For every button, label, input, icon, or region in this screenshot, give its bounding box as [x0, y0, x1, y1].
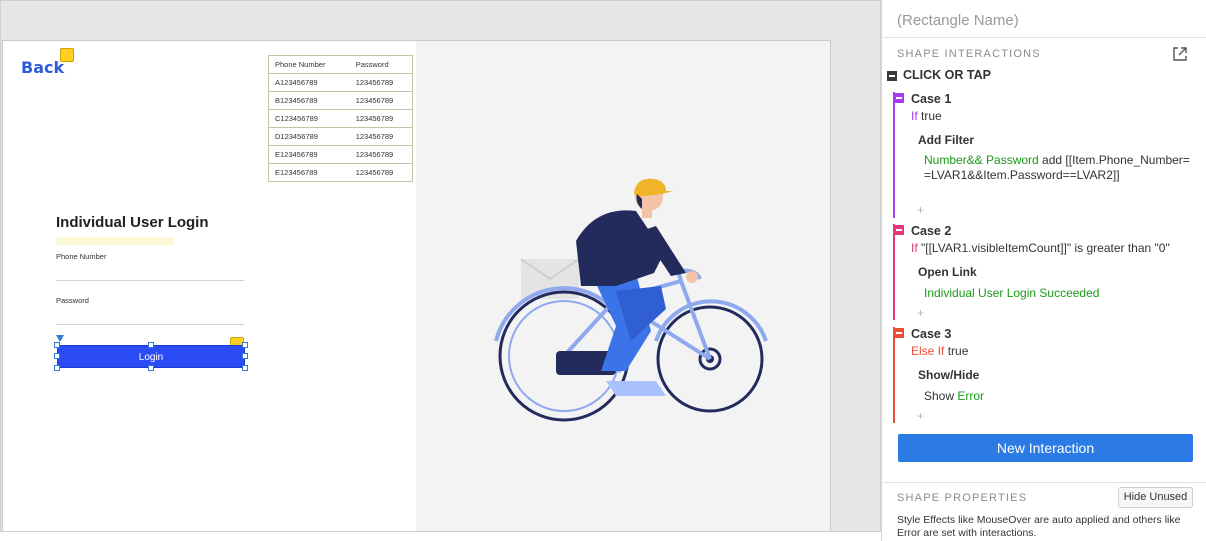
- action-add-filter-title[interactable]: Add Filter: [918, 133, 974, 147]
- link-target: Individual User Login Succeeded: [924, 286, 1100, 300]
- new-interaction-button[interactable]: New Interaction: [898, 434, 1193, 462]
- resize-handle[interactable]: [242, 353, 248, 359]
- table-cell-phone: A123456789: [268, 73, 350, 92]
- cyclist-illustration: [494, 178, 768, 422]
- case-1-condition-keyword: If: [911, 109, 918, 123]
- case-1-condition[interactable]: If true: [911, 109, 942, 123]
- shape-name-field[interactable]: (Rectangle Name): [897, 12, 1019, 29]
- resize-handle[interactable]: [54, 365, 60, 371]
- column-header-password: Password: [349, 55, 413, 74]
- phone-number-input[interactable]: [56, 280, 244, 281]
- interactions-panel: (Rectangle Name) SHAPE INTERACTIONS CLIC…: [881, 0, 1206, 541]
- login-title: Individual User Login: [56, 214, 209, 231]
- case-3-condition[interactable]: Else If true: [911, 344, 968, 358]
- resize-handle[interactable]: [242, 342, 248, 348]
- case-3-bar: [893, 327, 895, 423]
- table-cell-phone: E123456789: [268, 145, 350, 164]
- popout-icon[interactable]: [1172, 46, 1188, 62]
- table-cell-password: 123456789: [349, 73, 413, 92]
- title-highlight: [56, 237, 174, 245]
- resize-handle[interactable]: [54, 342, 60, 348]
- case-2-condition-text: "[[LVAR1.visibleItemCount]]" is greater …: [917, 241, 1170, 255]
- collapse-case-1-icon[interactable]: [894, 93, 904, 103]
- resize-handle[interactable]: [148, 365, 154, 371]
- hide-unused-button[interactable]: Hide Unused: [1118, 487, 1193, 508]
- resize-handle[interactable]: [54, 353, 60, 359]
- case-1-bar: [893, 92, 895, 218]
- event-click-or-tap[interactable]: CLICK OR TAP: [903, 68, 991, 82]
- interaction-bolt-icon[interactable]: ⚡: [60, 48, 74, 62]
- action-open-link-title[interactable]: Open Link: [918, 265, 977, 279]
- back-link[interactable]: Back: [21, 58, 64, 77]
- phone-number-label: Phone Number: [56, 252, 107, 261]
- case-2-condition[interactable]: If "[[LVAR1.visibleItemCount]]" is great…: [911, 241, 1170, 255]
- add-action-plus-icon[interactable]: +: [917, 203, 924, 217]
- case-3-title[interactable]: Case 3: [911, 327, 951, 341]
- canvas-bottom-edge: [0, 531, 881, 541]
- table-cell-password: 123456789: [349, 127, 413, 146]
- case-2-title[interactable]: Case 2: [911, 224, 951, 238]
- table-cell-password: 123456789: [349, 91, 413, 110]
- add-action-plus-icon[interactable]: +: [917, 409, 924, 423]
- case-2-condition-keyword: If: [911, 241, 918, 255]
- case-1-condition-text: true: [917, 109, 942, 123]
- style-effects-note: Style Effects like MouseOver are auto ap…: [897, 514, 1181, 539]
- add-action-plus-icon[interactable]: +: [917, 306, 924, 320]
- collapse-event-icon[interactable]: [887, 71, 897, 81]
- table-cell-phone: C123456789: [268, 109, 350, 128]
- table-cell-phone: E123456789: [268, 163, 350, 182]
- case-1-title[interactable]: Case 1: [911, 92, 951, 106]
- table-row: C123456789 123456789: [268, 109, 413, 128]
- artboard-page[interactable]: Back ⚡ Phone Number Password A123456789 1…: [2, 40, 831, 532]
- case-3-condition-text: true: [944, 344, 969, 358]
- collapse-case-2-icon[interactable]: [894, 225, 904, 235]
- table-cell-phone: B123456789: [268, 91, 350, 110]
- collapse-case-3-icon[interactable]: [894, 328, 904, 338]
- table-row: E123456789 123456789: [268, 145, 413, 164]
- table-header-row: Phone Number Password: [268, 55, 413, 74]
- show-hide-target: Error: [957, 389, 985, 403]
- table-cell-password: 123456789: [349, 163, 413, 182]
- panel-divider: [882, 37, 1206, 38]
- table-row: E123456789 123456789: [268, 163, 413, 182]
- password-input[interactable]: [56, 324, 244, 325]
- repeater-table[interactable]: Phone Number Password A123456789 12345678…: [268, 55, 413, 182]
- table-row: B123456789 123456789: [268, 91, 413, 110]
- column-header-phone: Phone Number: [268, 55, 350, 74]
- canvas-workspace[interactable]: Back ⚡ Phone Number Password A123456789 1…: [0, 0, 881, 541]
- case-2-bar: [893, 224, 895, 320]
- shape-interactions-header: SHAPE INTERACTIONS: [897, 48, 1041, 60]
- panel-divider: [882, 482, 1206, 483]
- selection-marker-icon: [56, 335, 64, 342]
- password-label: Password: [56, 296, 89, 305]
- table-cell-phone: D123456789: [268, 127, 350, 146]
- illustration-panel: [416, 41, 830, 531]
- helmet: [634, 178, 674, 197]
- table-row: D123456789 123456789: [268, 127, 413, 146]
- resize-handle[interactable]: [148, 342, 154, 348]
- action-open-link-detail[interactable]: Individual User Login Succeeded: [924, 286, 1194, 301]
- shape-properties-header: SHAPE PROPERTIES: [897, 492, 1028, 504]
- table-cell-password: 123456789: [349, 145, 413, 164]
- resize-handle[interactable]: [242, 365, 248, 371]
- table-cell-password: 123456789: [349, 109, 413, 128]
- case-3-condition-keyword: Else If: [911, 344, 945, 358]
- action-add-filter-detail[interactable]: Number&& Password add [[Item.Phone_Numbe…: [924, 153, 1194, 183]
- show-hide-verb: Show: [924, 389, 958, 403]
- table-row: A123456789 123456789: [268, 73, 413, 92]
- filter-target: Number&& Password: [924, 153, 1039, 167]
- action-show-hide-detail[interactable]: Show Error: [924, 389, 1194, 404]
- action-show-hide-title[interactable]: Show/Hide: [918, 368, 979, 382]
